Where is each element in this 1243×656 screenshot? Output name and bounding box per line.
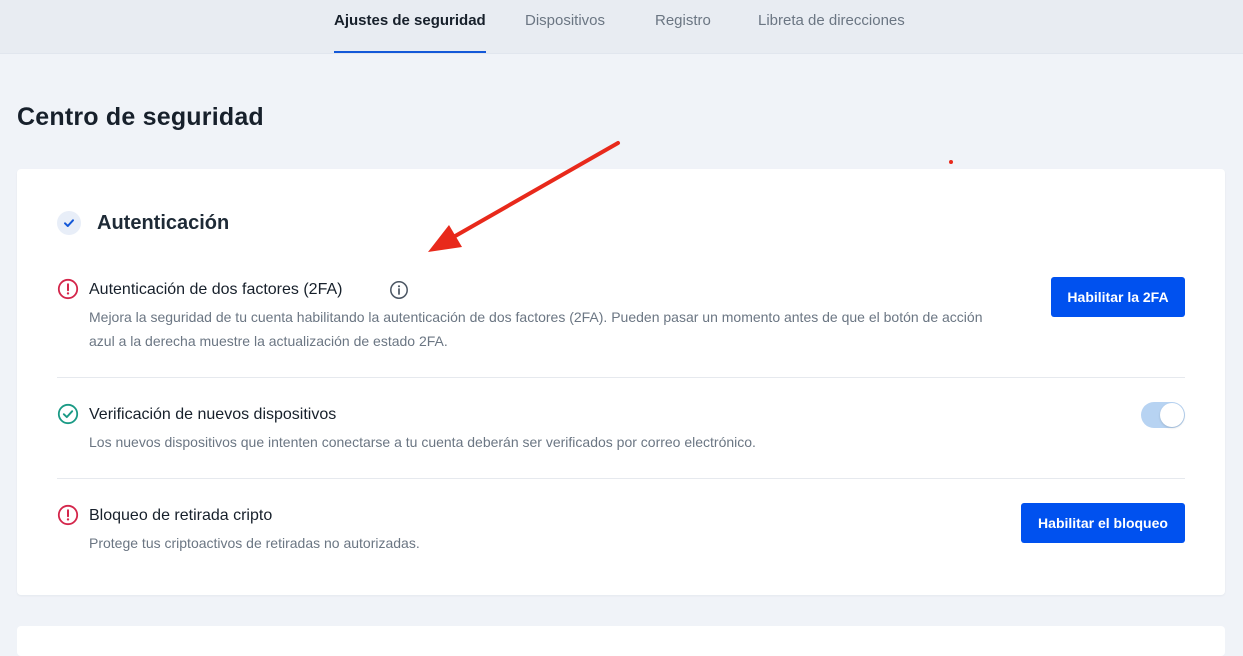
next-card xyxy=(17,626,1225,656)
setting-row-2fa: Autenticación de dos factores (2FA) Mejo… xyxy=(57,269,1185,377)
setting-description: Protege tus criptoactivos de retiradas n… xyxy=(89,535,420,551)
annotation-dot xyxy=(949,160,953,164)
tab-log[interactable]: Registro xyxy=(655,0,711,53)
setting-description: Mejora la seguridad de tu cuenta habilit… xyxy=(89,309,983,349)
tab-security-settings[interactable]: Ajustes de seguridad xyxy=(334,0,486,53)
toggle-knob xyxy=(1160,403,1184,427)
info-icon[interactable] xyxy=(389,280,409,300)
tab-devices[interactable]: Dispositivos xyxy=(525,0,605,53)
setting-title: Bloqueo de retirada cripto xyxy=(89,507,273,524)
setting-description: Los nuevos dispositivos que intenten con… xyxy=(89,434,756,450)
check-circle-icon xyxy=(57,403,79,425)
tab-bar: Ajustes de seguridad Dispositivos Regist… xyxy=(0,0,1243,54)
alert-circle-icon xyxy=(57,278,79,300)
authentication-card: Autenticación Autenticación de dos facto… xyxy=(17,169,1225,595)
device-verification-toggle[interactable] xyxy=(1141,402,1185,428)
enable-2fa-button[interactable]: Habilitar la 2FA xyxy=(1051,277,1185,317)
page-title: Centro de seguridad xyxy=(17,103,264,131)
setting-title: Autenticación de dos factores (2FA) xyxy=(89,281,343,298)
enable-withdrawal-lock-button[interactable]: Habilitar el bloqueo xyxy=(1021,503,1185,543)
tab-address-book[interactable]: Libreta de direcciones xyxy=(758,0,905,53)
setting-title: Verificación de nuevos dispositivos xyxy=(89,406,337,423)
alert-circle-icon xyxy=(57,504,79,526)
setting-row-withdrawal-lock: Bloqueo de retirada cripto Protege tus c… xyxy=(57,478,1185,579)
section-title: Autenticación xyxy=(97,212,230,234)
setting-row-device-verification: Verificación de nuevos dispositivos Los … xyxy=(57,377,1185,479)
check-icon xyxy=(57,211,81,235)
